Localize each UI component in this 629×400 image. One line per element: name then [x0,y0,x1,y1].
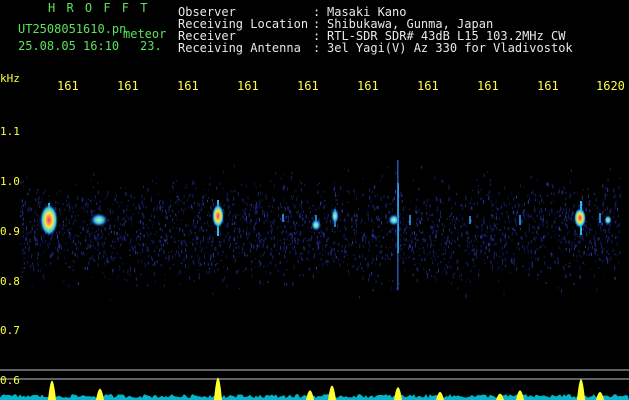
freq-unit-label: kHz [0,72,20,85]
time-tick: 161 [177,79,199,93]
time-tick: 161 [117,79,139,93]
time-tick: 161 [297,79,319,93]
time-tick: 1620 [596,79,625,93]
freq-tick: 0.9 [0,225,20,238]
noise-band [20,163,621,303]
time-tick: 161 [537,79,559,93]
freq-tick: 0.6 [0,374,20,387]
signal-strength-trace [0,377,629,400]
antenna-colon: : [313,41,321,55]
time-tick: 161 [237,79,259,93]
spectrogram [0,160,629,400]
freq-tick: 0.7 [0,324,20,337]
freq-tick: 1.1 [0,125,20,138]
freq-tick: 1.0 [0,175,20,188]
antenna-value: 3el Yagi(V) Az 330 for Vladivostok [327,41,573,55]
time-tick: 161 [417,79,439,93]
file-name: UT2508051610.pn [18,22,127,36]
time-tick: 161 [477,79,499,93]
date-time: 25.08.05 16:10 [18,39,120,53]
time-tick: 161 [357,79,379,93]
time-tick: 161 [57,79,79,93]
freq-tick: 0.8 [0,275,20,288]
grid-lines [0,369,629,380]
station-title: H R O F F T [48,1,150,15]
antenna-label: Receiving Antenna [178,41,301,55]
meteor-count: 23. [140,39,162,53]
